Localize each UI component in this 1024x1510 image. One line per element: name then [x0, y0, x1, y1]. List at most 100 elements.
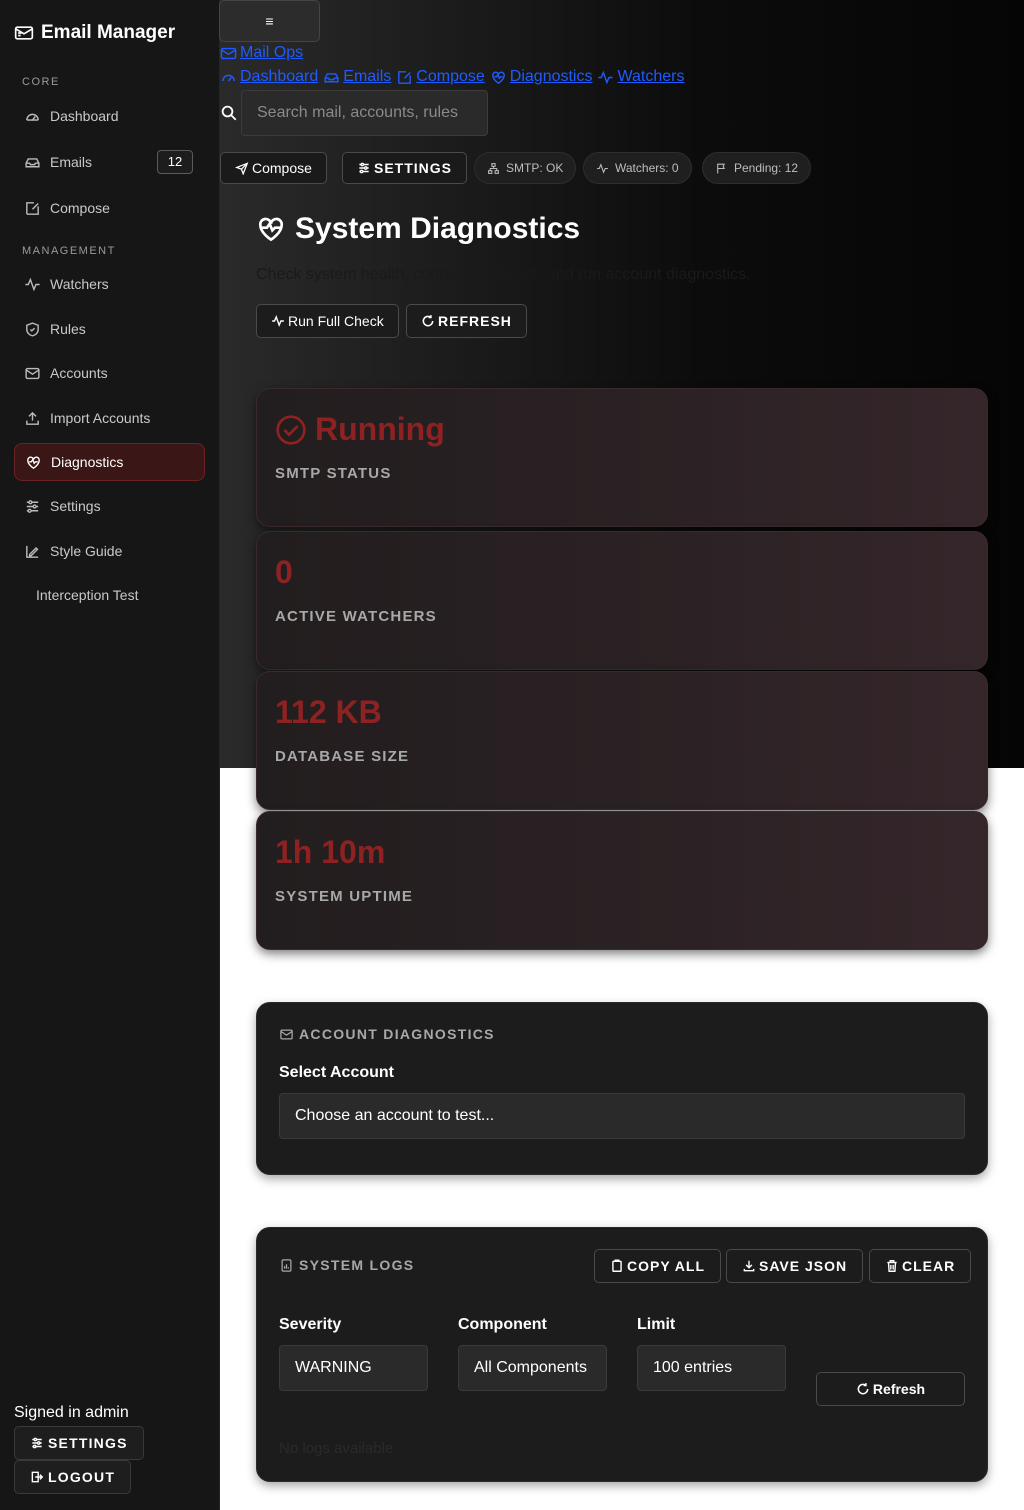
mail-logo-icon	[14, 23, 34, 43]
sidebar-item-settings[interactable]: Settings	[14, 488, 205, 524]
run-full-check-button[interactable]: Run Full Check	[256, 304, 399, 338]
sidebar-item-style-guide[interactable]: Style Guide	[14, 533, 205, 569]
panel-title: SYSTEM LOGS	[279, 1257, 414, 1273]
sidebar-item-label: Diagnostics	[51, 454, 124, 470]
sidebar-item-label: Settings	[50, 498, 101, 514]
shield-icon	[24, 321, 41, 338]
pending-pill: Pending: 12	[702, 152, 812, 184]
watchers-pill-label: Watchers: 0	[615, 161, 679, 175]
save-json-label: SAVE JSON	[759, 1258, 848, 1274]
mail-accounts-icon	[279, 1027, 294, 1042]
page-title-text: System Diagnostics	[295, 212, 581, 245]
logs-refresh-button[interactable]: Refresh	[816, 1372, 965, 1406]
stat-value: 0	[275, 554, 293, 590]
run-check-label: Run Full Check	[288, 313, 384, 329]
logout-icon	[30, 1470, 44, 1484]
refresh-icon	[856, 1382, 870, 1396]
clear-label: CLEAR	[902, 1258, 956, 1274]
upload-icon	[24, 410, 41, 427]
limit-select[interactable]: 100 entries	[637, 1345, 786, 1391]
edit-icon	[24, 200, 41, 217]
hamburger-icon: ≡	[265, 13, 274, 29]
account-diagnostics-panel: ACCOUNT DIAGNOSTICS Select Account Choos…	[256, 1002, 988, 1175]
panel-title-text: SYSTEM LOGS	[299, 1257, 415, 1273]
component-label: Component	[458, 1316, 547, 1333]
sidebar-item-dashboard[interactable]: Dashboard	[14, 98, 205, 134]
logs-refresh-label: Refresh	[872, 1381, 926, 1397]
menu-toggle-button[interactable]: ≡	[219, 0, 320, 42]
sidebar-item-label: Style Guide	[50, 543, 123, 559]
compose-button[interactable]: Compose	[220, 152, 327, 184]
mail-accounts-icon	[24, 365, 41, 382]
activity-icon	[24, 276, 41, 293]
sidebar-item-accounts[interactable]: Accounts	[14, 355, 205, 391]
no-logs-message: No logs available	[279, 1440, 394, 1457]
sidebar-item-label: Compose	[50, 200, 110, 216]
mail-ops-link[interactable]: Mail Ops	[220, 44, 303, 62]
account-select[interactable]: Choose an account to test...	[279, 1093, 965, 1139]
check-circle-icon	[275, 414, 307, 446]
heart-pulse-icon	[25, 454, 42, 471]
brand[interactable]: Email Manager	[14, 22, 175, 44]
severity-label: Severity	[279, 1316, 342, 1333]
activity-icon	[596, 162, 609, 175]
gauge-icon	[220, 69, 237, 86]
stat-label: DATABASE SIZE	[275, 748, 410, 765]
sidebar-item-interception-test[interactable]: Interception Test	[14, 577, 205, 613]
copy-all-button[interactable]: COPY ALL	[594, 1249, 722, 1283]
clear-logs-button[interactable]: CLEAR	[869, 1249, 972, 1283]
save-json-button[interactable]: SAVE JSON	[726, 1249, 864, 1283]
breadcrumb-emails[interactable]: Emails	[323, 68, 391, 86]
sidebar-item-compose[interactable]: Compose	[14, 190, 205, 226]
activity-icon	[597, 69, 614, 86]
breadcrumb-compose[interactable]: Compose	[396, 68, 485, 86]
sidebar-item-diagnostics[interactable]: Diagnostics	[14, 443, 205, 481]
mail-ops-label: Mail Ops	[240, 44, 304, 61]
signed-in-text: Signed in admin	[14, 1404, 129, 1421]
stat-card-uptime: 1h 10m SYSTEM UPTIME	[256, 811, 988, 950]
copy-all-label: COPY ALL	[627, 1258, 706, 1274]
component-select[interactable]: All Components	[458, 1345, 607, 1391]
sliders-icon	[24, 498, 41, 515]
page-subtitle: Check system health, connection status, …	[256, 266, 751, 283]
breadcrumb-label: Dashboard	[240, 68, 319, 85]
limit-label: Limit	[637, 1316, 676, 1333]
breadcrumb-label: Diagnostics	[509, 68, 593, 85]
sidebar: Email Manager CORE Dashboard Emails 12 C…	[0, 0, 220, 1510]
refresh-button[interactable]: REFRESH	[406, 304, 527, 338]
sidebar-item-import-accounts[interactable]: Import Accounts	[14, 400, 205, 436]
sidebar-item-label: Rules	[50, 321, 86, 337]
brand-title: Email Manager	[41, 22, 176, 43]
stat-label: SMTP STATUS	[275, 465, 392, 482]
breadcrumb-diagnostics[interactable]: Diagnostics	[490, 68, 593, 86]
panel-title: ACCOUNT DIAGNOSTICS	[279, 1026, 495, 1042]
sidebar-item-emails[interactable]: Emails 12	[14, 144, 205, 180]
sidebar-item-watchers[interactable]: Watchers	[14, 266, 205, 302]
logout-button[interactable]: LOGOUT	[14, 1460, 132, 1494]
sidebar-settings-button[interactable]: SETTINGS	[14, 1426, 144, 1460]
select-account-label: Select Account	[279, 1064, 394, 1081]
severity-select[interactable]: WARNING	[279, 1345, 428, 1391]
trash-icon	[885, 1259, 899, 1273]
mail-logo-icon	[220, 45, 237, 62]
topbar-settings-button[interactable]: SETTINGS	[342, 152, 468, 184]
sidebar-item-label: Emails	[50, 154, 93, 170]
watchers-pill: Watchers: 0	[583, 152, 692, 184]
breadcrumb-label: Emails	[343, 68, 392, 85]
stat-label: SYSTEM UPTIME	[275, 888, 414, 905]
section-management: MANAGEMENT	[22, 245, 116, 257]
stat-value: Running	[275, 411, 445, 448]
search-input[interactable]	[241, 90, 488, 136]
network-icon	[487, 162, 500, 175]
smtp-pill-label: SMTP: OK	[506, 161, 564, 175]
sliders-icon	[357, 161, 371, 175]
section-core: CORE	[22, 76, 60, 88]
breadcrumb-watchers[interactable]: Watchers	[597, 68, 684, 86]
breadcrumb-dashboard[interactable]: Dashboard	[220, 68, 318, 86]
logout-label: LOGOUT	[48, 1469, 116, 1485]
flag-icon	[715, 162, 728, 175]
breadcrumb: Dashboard Emails Compose Diagnostics Wat…	[220, 68, 684, 86]
smtp-status-pill: SMTP: OK	[474, 152, 577, 184]
sidebar-item-rules[interactable]: Rules	[14, 311, 205, 347]
refresh-label: REFRESH	[438, 313, 512, 329]
